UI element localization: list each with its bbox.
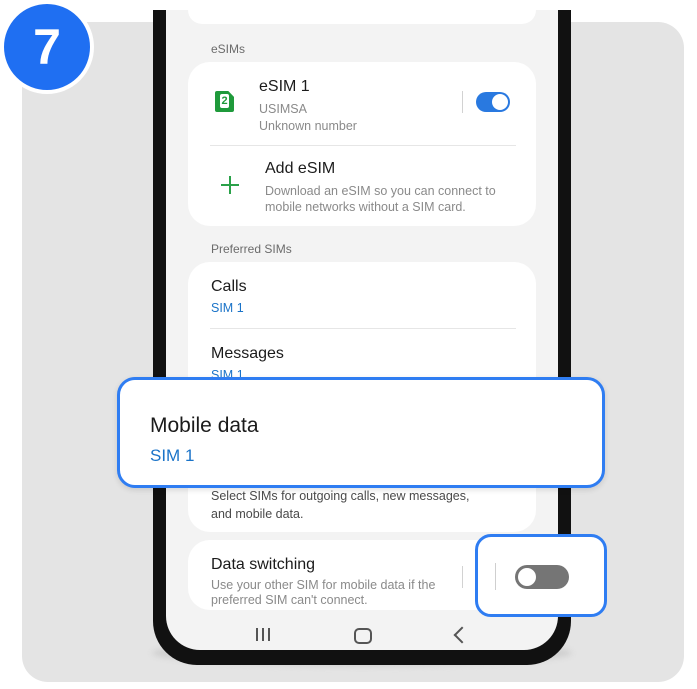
add-esim-description-1: Download an eSIM so you can connect to bbox=[265, 184, 496, 198]
mobile-data-callout[interactable]: Mobile data SIM 1 bbox=[117, 377, 605, 488]
data-switching-toggle[interactable] bbox=[515, 565, 569, 589]
step-badge: 7 bbox=[0, 0, 94, 94]
esim1-number: Unknown number bbox=[259, 119, 357, 133]
plus-icon bbox=[221, 176, 239, 194]
messages-title: Messages bbox=[211, 345, 284, 362]
back-icon[interactable] bbox=[453, 626, 471, 644]
preferred-sims-footer-2: and mobile data. bbox=[211, 507, 304, 521]
add-esim-description-2: mobile networks without a SIM card. bbox=[265, 200, 466, 214]
sim-slot-number: 2 bbox=[220, 94, 229, 108]
data-switching-description-2: preferred SIM can't connect. bbox=[211, 593, 368, 607]
toggle-separator bbox=[462, 91, 463, 113]
esim1-toggle[interactable] bbox=[476, 92, 510, 112]
preferred-sims-footer-1: Select SIMs for outgoing calls, new mess… bbox=[211, 489, 470, 503]
recent-apps-icon[interactable] bbox=[256, 628, 270, 641]
esim1-carrier: USIMSA bbox=[259, 102, 307, 116]
mobile-data-title: Mobile data bbox=[150, 414, 259, 437]
add-esim-title: Add eSIM bbox=[265, 160, 336, 177]
toggle-separator bbox=[462, 566, 463, 588]
calls-row[interactable]: Calls SIM 1 bbox=[188, 262, 536, 328]
preferred-sims-section-label: Preferred SIMs bbox=[211, 242, 292, 256]
calls-title: Calls bbox=[211, 278, 247, 295]
navigation-bar bbox=[166, 618, 558, 650]
calls-value: SIM 1 bbox=[211, 301, 244, 315]
mobile-data-value: SIM 1 bbox=[150, 446, 195, 465]
data-switching-description-1: Use your other SIM for mobile data if th… bbox=[211, 578, 436, 592]
sim-card-icon: 2 bbox=[215, 91, 234, 112]
esims-group: 2 eSIM 1 USIMSA Unknown number Add eSIM … bbox=[188, 62, 536, 226]
esim1-row[interactable]: 2 eSIM 1 USIMSA Unknown number bbox=[188, 62, 536, 144]
esim1-title: eSIM 1 bbox=[259, 78, 310, 95]
data-switching-title: Data switching bbox=[211, 556, 316, 573]
previous-group-bottom bbox=[188, 10, 536, 24]
data-switching-toggle-callout bbox=[475, 534, 607, 617]
add-esim-row[interactable]: Add eSIM Download an eSIM so you can con… bbox=[188, 146, 536, 226]
esims-section-label: eSIMs bbox=[211, 42, 246, 56]
home-icon[interactable] bbox=[354, 628, 372, 644]
toggle-separator bbox=[495, 563, 496, 590]
